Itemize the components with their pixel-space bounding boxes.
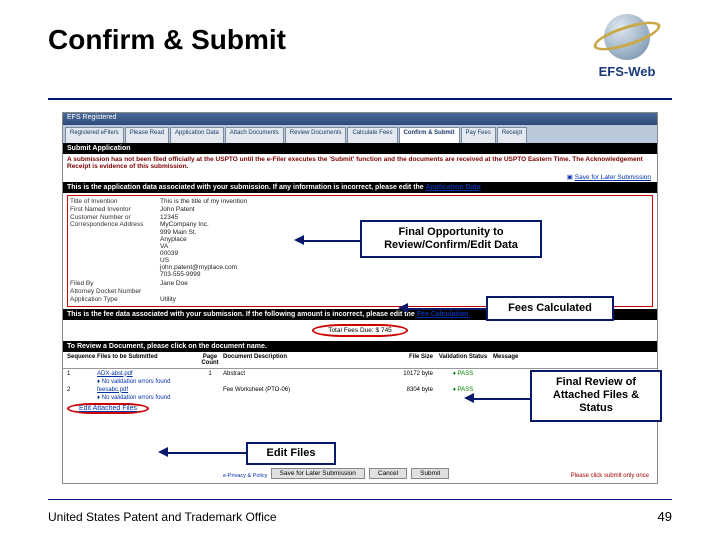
cell-desc: Abstract <box>223 371 373 377</box>
no-err-text: No validation errors found <box>102 395 171 401</box>
title-label: Title of Invention <box>70 198 160 205</box>
col-val: Validation Status <box>433 354 493 366</box>
review-doc-heading: To Review a Document, please click on th… <box>63 341 657 352</box>
save-later-button[interactable]: Save for Later Submission <box>271 468 365 479</box>
arrow-line <box>404 308 486 310</box>
fee-total-row: Total Fees Due: $ 745 <box>67 324 653 337</box>
col-count: Page Count <box>197 354 223 366</box>
footer-page: 49 <box>658 509 672 524</box>
custno-value: 12345 MyCompany Inc. 999 Main St. Anypla… <box>160 214 237 278</box>
arrow-head-icon <box>464 393 474 403</box>
tab-confirm-submit[interactable]: Confirm & Submit <box>399 127 460 143</box>
custno-label: Customer Number or Correspondence Addres… <box>70 214 160 278</box>
assoc-data-heading: This is the application data associated … <box>63 182 657 193</box>
tab-registered[interactable]: Registered eFilers <box>65 127 124 143</box>
apptype-value: Utility <box>160 296 176 303</box>
cell-seq: 1 <box>67 371 97 377</box>
assoc-msg-text: This is the application data associated … <box>67 184 425 191</box>
filedby-label: Filed By <box>70 280 160 287</box>
arrow-line <box>470 398 530 400</box>
fee-msg-text: This is the fee data associated with you… <box>67 311 417 318</box>
cell-seq: 2 <box>67 387 97 393</box>
submit-button[interactable]: Submit <box>411 468 449 479</box>
save-later-text: Save for Later Submission <box>575 174 651 181</box>
cell-desc: Fee Worksheet (PTO-06) <box>223 387 373 393</box>
col-file: Files to be Submitted <box>97 354 197 366</box>
col-desc: Document Description <box>223 354 373 366</box>
col-size: File Size <box>373 354 433 366</box>
ring-icon <box>591 16 664 57</box>
cancel-button[interactable]: Cancel <box>369 468 407 479</box>
cell-count <box>197 387 223 393</box>
globe-icon <box>604 14 650 60</box>
fee-highlight-oval: Total Fees Due: $ 745 <box>312 324 408 337</box>
tab-application-data[interactable]: Application Data <box>170 127 224 143</box>
title-value: This is the title of my invention <box>160 198 247 205</box>
docket-label: Attorney Docket Number <box>70 288 160 295</box>
efs-web-logo: EFS-Web <box>582 14 672 86</box>
arrow-line <box>164 452 246 454</box>
disk-icon: ▣ <box>567 174 573 181</box>
submit-heading: Submit Application <box>63 143 657 154</box>
callout-files: Final Review of Attached Files & Status <box>530 370 662 422</box>
cell-val-text: PASS <box>458 371 474 377</box>
col-msg: Message <box>493 354 653 366</box>
submit-once-note: Please click submit only once <box>571 473 649 479</box>
apptype-label: Application Type <box>70 296 160 303</box>
cell-file-link[interactable]: ADX-abst.pdf <box>97 371 197 377</box>
cell-size: 8304 byte <box>373 387 433 393</box>
fee-label: Total Fees Due: <box>328 327 374 334</box>
cell-count: 1 <box>197 371 223 377</box>
arrow-head-icon <box>294 235 304 245</box>
cell-val: ♦ PASS <box>433 371 493 377</box>
tab-calculate-fees[interactable]: Calculate Fees <box>347 127 397 143</box>
inventor-label: First Named Inventor <box>70 206 160 213</box>
arrow-head-icon <box>398 303 408 313</box>
edit-attached-files-link[interactable]: Edit Attached Files <box>79 405 137 412</box>
bottom-button-row: Save for Later Submission Cancel Submit <box>63 468 657 479</box>
logo-text: EFS-Web <box>582 64 672 79</box>
tab-please-read[interactable]: Please Read <box>125 127 169 143</box>
cell-val-text: PASS <box>458 387 474 393</box>
callout-edit: Edit Files <box>246 442 336 465</box>
slide-title: Confirm & Submit <box>48 24 286 56</box>
tab-receipt[interactable]: Receipt <box>497 127 527 143</box>
callout-review-data: Final Opportunity to Review/Confirm/Edit… <box>360 220 542 258</box>
tab-attach-documents[interactable]: Attach Documents <box>225 127 284 143</box>
window-title: EFS Registered <box>63 113 657 125</box>
callout-fees: Fees Calculated <box>486 296 614 321</box>
filedby-value: Jane Doe <box>160 280 188 287</box>
arrow-line <box>300 240 360 242</box>
no-err-text: No validation errors found <box>102 379 171 385</box>
cell-file-link[interactable]: feesabc.pdf <box>97 387 197 393</box>
title-rule <box>48 98 672 100</box>
cell-size: 10172 byte <box>373 371 433 377</box>
submit-warning: A submission has not been filed official… <box>63 154 657 172</box>
footer-org: United States Patent and Trademark Offic… <box>48 510 277 524</box>
slide: Confirm & Submit EFS-Web EFS Registered … <box>0 0 720 540</box>
assoc-msg-link[interactable]: Application Data <box>425 184 480 191</box>
cell-val: ♦ PASS <box>433 387 493 393</box>
col-seq: Sequence <box>67 354 97 366</box>
save-later-link-top[interactable]: ▣ Save for Later Submission <box>63 172 657 182</box>
tab-pay-fees[interactable]: Pay Fees <box>461 127 496 143</box>
fee-msg-link[interactable]: Fee Calculation <box>417 311 469 318</box>
inventor-value: John Patent <box>160 206 195 213</box>
tab-row: Registered eFilers Please Read Applicati… <box>63 125 657 143</box>
fee-amount: $ 745 <box>376 327 392 334</box>
footer-rule <box>48 499 672 500</box>
edit-highlight-oval: Edit Attached Files <box>67 403 149 414</box>
doc-table-header: Sequence Files to be Submitted Page Coun… <box>63 352 657 369</box>
arrow-head-icon <box>158 447 168 457</box>
tab-review-documents[interactable]: Review Documents <box>285 127 347 143</box>
